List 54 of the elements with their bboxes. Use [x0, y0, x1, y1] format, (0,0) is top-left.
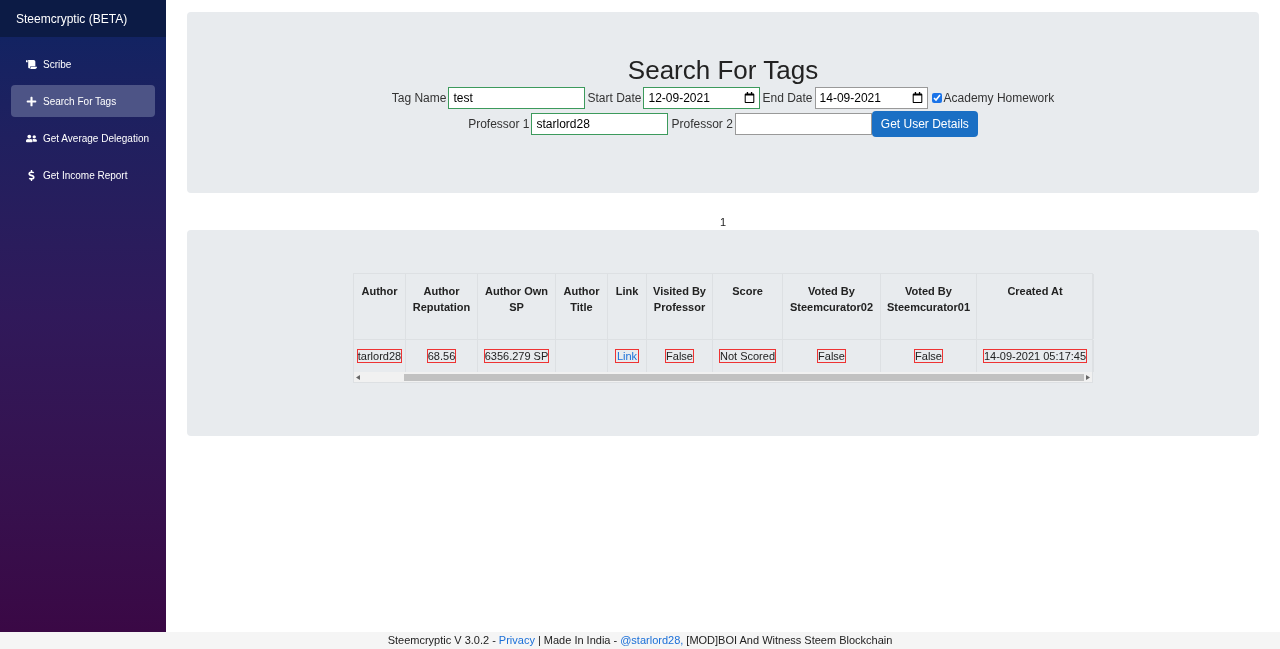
- table-cell: False: [665, 349, 694, 363]
- field-label: Professor 2: [671, 116, 733, 133]
- scroll-left-icon[interactable]: [356, 374, 360, 380]
- footer-text: Steemcryptic V 3.0.2 -: [387, 633, 496, 649]
- users-icon: [26, 132, 37, 144]
- column-header: Author Own SP: [478, 274, 556, 339]
- field-label: Tag Name: [391, 90, 447, 107]
- checkbox-label: Academy Homework: [943, 90, 1055, 107]
- date-field[interactable]: 12-09-2021: [643, 87, 761, 109]
- scroll-icon: [26, 58, 37, 70]
- footer-link[interactable]: @starlord28,: [620, 632, 684, 649]
- scrollbar[interactable]: [354, 372, 1092, 382]
- field-label: Professor 1: [468, 116, 530, 133]
- text-field[interactable]: [734, 113, 872, 135]
- column-header: Voted By Steemcurator01: [881, 274, 977, 339]
- page-title: Search For Tags: [627, 55, 819, 85]
- scroll-right-icon[interactable]: [1086, 374, 1090, 380]
- sidebar-item[interactable]: Get Average Delegation: [11, 122, 155, 154]
- calendar-icon[interactable]: [744, 92, 756, 103]
- table-cell: False: [914, 349, 943, 363]
- table-cell: 14-09-2021 05:17:45: [982, 349, 1088, 363]
- column-header: Link: [608, 274, 647, 339]
- field-label: Start Date: [587, 90, 642, 107]
- column-header: Voted By Steemcurator02: [783, 274, 881, 339]
- sidebar-item[interactable]: Get Income Report: [11, 159, 155, 191]
- sidebar-item[interactable]: Scribe: [11, 48, 155, 80]
- column-header: Author Title: [556, 274, 608, 339]
- app-title: Steemcryptic (BETA): [0, 0, 166, 37]
- table-cell: 68.56: [426, 349, 457, 363]
- footer-text: [MOD]BOI And Witness Steem Blockchain: [686, 633, 893, 649]
- column-header: Score: [713, 274, 783, 339]
- table-cell: tarlord28: [356, 349, 403, 363]
- plus-icon: [26, 95, 37, 107]
- footer-link[interactable]: Privacy: [498, 632, 535, 649]
- field-label: End Date: [762, 90, 813, 107]
- table-link[interactable]: Link: [614, 349, 640, 363]
- footer-text: | Made In India -: [537, 633, 618, 649]
- table-cell: False: [817, 349, 846, 363]
- date-field[interactable]: 14-09-2021: [814, 87, 928, 109]
- column-header: Created At: [977, 274, 1094, 339]
- dollar-icon: [26, 169, 37, 181]
- text-field[interactable]: test: [448, 87, 586, 109]
- column-header: Author Reputation: [406, 274, 478, 339]
- column-header: Visited By Professor: [647, 274, 713, 339]
- text-field[interactable]: starlord28: [531, 113, 669, 135]
- table-cell: 6356.279 SP: [483, 349, 550, 363]
- get-user-details-button[interactable]: Get User Details: [871, 111, 978, 137]
- calendar-icon[interactable]: [911, 92, 923, 103]
- scrollbar-thumb[interactable]: [404, 373, 1084, 381]
- checkbox[interactable]: [931, 93, 942, 103]
- page-number[interactable]: 1: [719, 215, 727, 229]
- table-cell: Not Scored: [719, 349, 776, 363]
- sidebar-item[interactable]: Search For Tags: [11, 85, 155, 117]
- column-header: Author: [354, 274, 406, 339]
